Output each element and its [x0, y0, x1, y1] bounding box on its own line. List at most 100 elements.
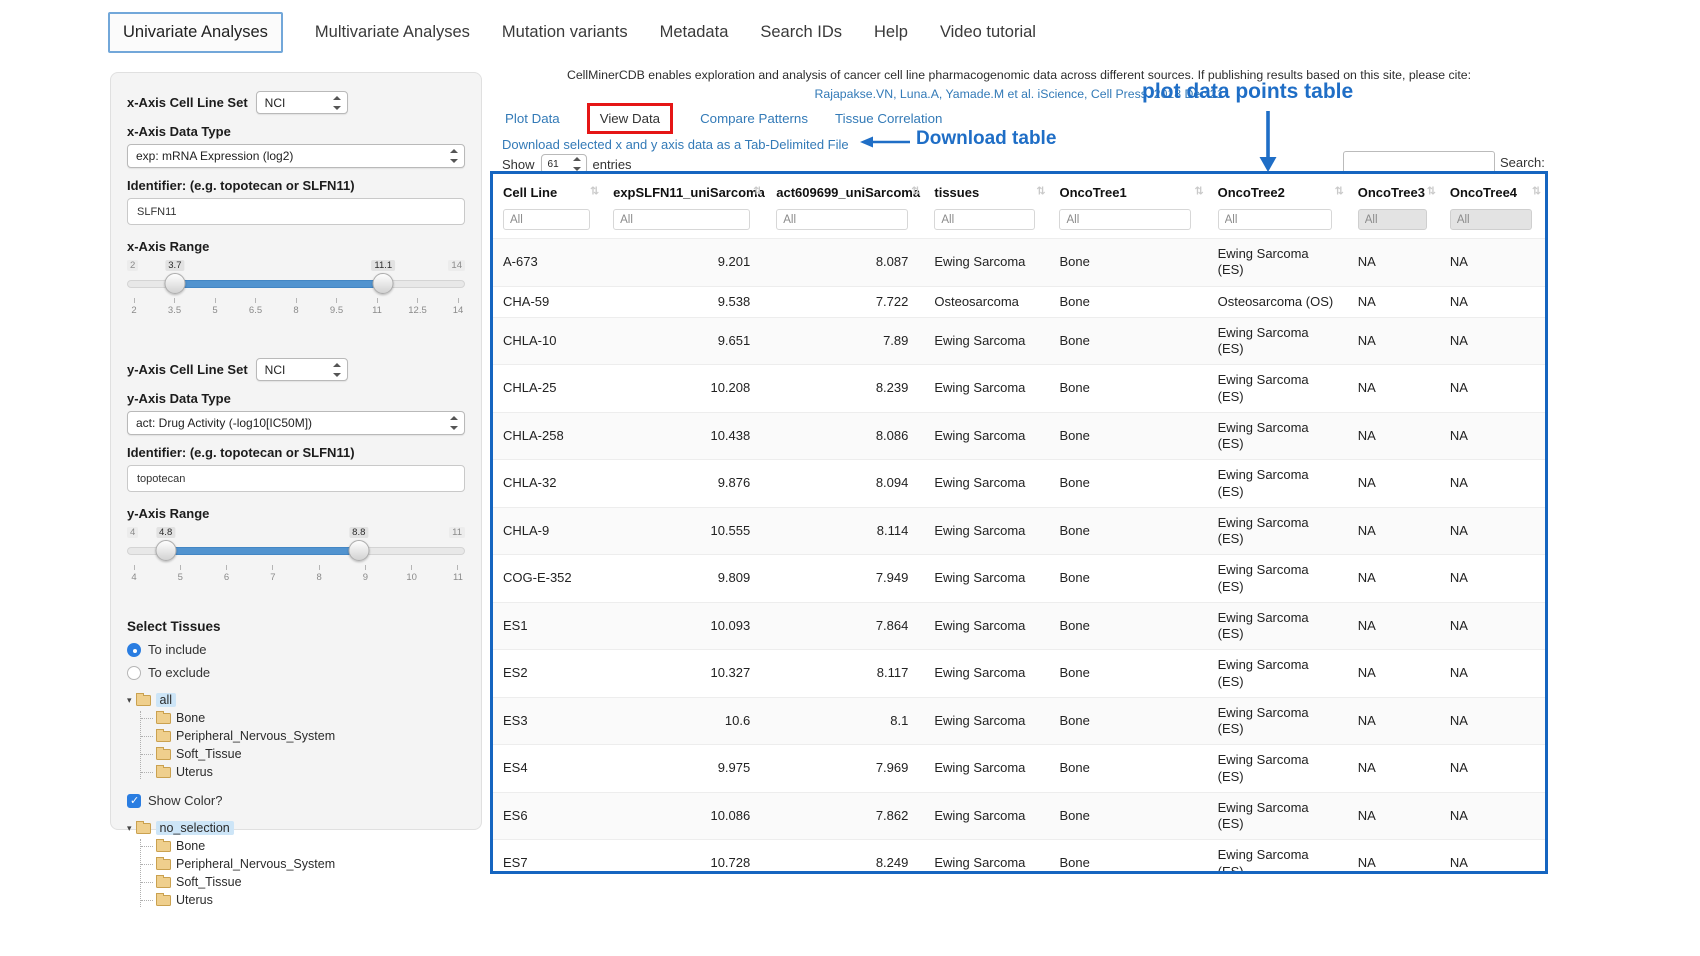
- show-color-checkbox[interactable]: Show Color?: [127, 793, 465, 808]
- table-row[interactable]: ES110.0937.864Ewing SarcomaBoneEwing Sar…: [493, 602, 1545, 650]
- filter-input-oncotree3[interactable]: [1358, 209, 1428, 230]
- subtab-tissue-correlation[interactable]: Tissue Correlation: [835, 111, 942, 126]
- download-link[interactable]: Download selected x and y axis data as a…: [502, 137, 849, 152]
- slider-grid: 23.556.589.51112.514: [127, 298, 465, 316]
- tree-node-all[interactable]: ▾ all: [127, 693, 465, 707]
- tree-node-label: Peripheral_Nervous_System: [176, 729, 335, 743]
- sort-icon[interactable]: ⇅: [1427, 185, 1436, 198]
- exclude-tissue-tree: ▾no_selection Bone Peripheral_Nervous_Syst…: [127, 821, 465, 907]
- x-cell-line-set-select[interactable]: NCI: [256, 91, 348, 114]
- slider-handle-to[interactable]: [348, 540, 369, 561]
- nav-tab-multivariate-analyses[interactable]: Multivariate Analyses: [315, 23, 470, 42]
- table-row[interactable]: ES310.68.1Ewing SarcomaBoneEwing Sarcoma…: [493, 697, 1545, 745]
- table-row[interactable]: CHLA-109.6517.89Ewing SarcomaBoneEwing S…: [493, 317, 1545, 365]
- y-data-type-select[interactable]: act: Drug Activity (-log10[IC50M]): [127, 411, 465, 435]
- x-data-type-label: x-Axis Data Type: [127, 124, 465, 139]
- filter-input-tissues[interactable]: [934, 209, 1035, 230]
- slider-handle-from[interactable]: [164, 273, 185, 294]
- filter-input-oncotree4[interactable]: [1450, 209, 1532, 230]
- folder-icon: [156, 731, 171, 742]
- subtab-plot-data[interactable]: Plot Data: [505, 111, 560, 126]
- filter-input-cell-line[interactable]: [503, 209, 590, 230]
- radio-to-exclude[interactable]: To exclude: [127, 665, 465, 680]
- table-row[interactable]: CHLA-2510.2088.239Ewing SarcomaBoneEwing…: [493, 365, 1545, 413]
- table-row[interactable]: ES710.7288.249Ewing SarcomaBoneEwing Sar…: [493, 840, 1545, 874]
- nav-tab-video-tutorial[interactable]: Video tutorial: [940, 23, 1036, 42]
- tree-node-peripheral-nervous-system[interactable]: Peripheral_Nervous_System: [141, 857, 465, 871]
- y-identifier-input[interactable]: [127, 465, 465, 492]
- column-header-oncotree4[interactable]: OncoTree4⇅: [1440, 174, 1545, 208]
- subtab-compare-patterns[interactable]: Compare Patterns: [700, 111, 808, 126]
- folder-icon: [136, 823, 151, 834]
- filter-input-oncotree1[interactable]: [1059, 209, 1191, 230]
- slider-handle-from[interactable]: [155, 540, 176, 561]
- tree-node-bone[interactable]: Bone: [141, 711, 465, 725]
- folder-icon: [156, 749, 171, 760]
- column-header-tissues[interactable]: tissues⇅: [924, 174, 1049, 208]
- tree-node-soft-tissue[interactable]: Soft_Tissue: [141, 875, 465, 889]
- sort-icon[interactable]: ⇅: [1036, 185, 1045, 198]
- tree-node-uterus[interactable]: Uterus: [141, 765, 465, 779]
- subtab-view-data[interactable]: View Data: [587, 103, 673, 134]
- table-row[interactable]: ES210.3278.117Ewing SarcomaBoneEwing Sar…: [493, 650, 1545, 698]
- sort-icon[interactable]: ⇅: [590, 185, 599, 198]
- show-label: Show: [502, 157, 535, 172]
- table-row[interactable]: CHA-599.5387.722OsteosarcomaBoneOsteosar…: [493, 286, 1545, 317]
- table-row[interactable]: ES49.9757.969Ewing SarcomaBoneEwing Sarc…: [493, 745, 1545, 793]
- search-label: Search:: [1500, 155, 1545, 170]
- tree-node-label: Bone: [176, 711, 205, 725]
- slider-handle-to[interactable]: [373, 273, 394, 294]
- column-header-oncotree2[interactable]: OncoTree2⇅: [1208, 174, 1348, 208]
- folder-icon: [156, 859, 171, 870]
- slider-selected-bar[interactable]: [175, 280, 383, 288]
- tree-node-soft-tissue[interactable]: Soft_Tissue: [141, 747, 465, 761]
- table-row[interactable]: CHLA-910.5558.114Ewing SarcomaBoneEwing …: [493, 507, 1545, 555]
- tree-node-no-selection[interactable]: ▾no_selection: [127, 821, 465, 835]
- annotation-table-callout: plot data points table: [1142, 80, 1353, 104]
- column-header-cell-line[interactable]: Cell Line⇅: [493, 174, 603, 208]
- table-row[interactable]: CHLA-329.8768.094Ewing SarcomaBoneEwing …: [493, 460, 1545, 508]
- filter-input-oncotree2[interactable]: [1218, 209, 1333, 230]
- x-data-type-select[interactable]: exp: mRNA Expression (log2): [127, 144, 465, 168]
- folder-icon: [156, 895, 171, 906]
- tree-node-uterus[interactable]: Uterus: [141, 893, 465, 907]
- column-header-oncotree1[interactable]: OncoTree1⇅: [1049, 174, 1207, 208]
- sort-icon[interactable]: ⇅: [1335, 185, 1344, 198]
- caret-down-icon[interactable]: ▾: [127, 695, 132, 706]
- tree-node-label: Soft_Tissue: [176, 875, 242, 889]
- tree-node-peripheral-nervous-system[interactable]: Peripheral_Nervous_System: [141, 729, 465, 743]
- tree-node-bone[interactable]: Bone: [141, 839, 465, 853]
- sort-icon[interactable]: ⇅: [1532, 185, 1541, 198]
- folder-icon: [136, 695, 151, 706]
- caret-down-icon[interactable]: ▾: [127, 823, 132, 834]
- nav-tab-metadata[interactable]: Metadata: [660, 23, 729, 42]
- x-identifier-input[interactable]: [127, 198, 465, 225]
- slider-from-label: 3.7: [165, 260, 184, 271]
- x-range-slider[interactable]: 2 14 3.7 11.1 23.556.589.51112.514: [127, 260, 465, 318]
- slider-to-label: 8.8: [349, 527, 368, 538]
- nav-tab-search-ids[interactable]: Search IDs: [760, 23, 842, 42]
- radio-to-include[interactable]: To include: [127, 642, 465, 657]
- show-color-label: Show Color?: [148, 793, 222, 808]
- sort-icon[interactable]: ⇅: [1194, 185, 1203, 198]
- y-cell-line-set-label: y-Axis Cell Line Set: [127, 362, 248, 377]
- column-header-expslfn11-unisarcoma[interactable]: expSLFN11_uniSarcoma⇅: [603, 174, 766, 208]
- column-header-oncotree3[interactable]: OncoTree3⇅: [1348, 174, 1440, 208]
- slider-selected-bar[interactable]: [166, 547, 359, 555]
- tree-node-label: all: [156, 693, 177, 707]
- y-cell-line-set-select[interactable]: NCI: [256, 358, 348, 381]
- sort-icon[interactable]: ⇅: [753, 185, 762, 198]
- filter-input-act609699-unisarcoma[interactable]: [776, 209, 908, 230]
- table-row[interactable]: CHLA-25810.4388.086Ewing SarcomaBoneEwin…: [493, 412, 1545, 460]
- table-row[interactable]: COG-E-3529.8097.949Ewing SarcomaBoneEwin…: [493, 555, 1545, 603]
- filter-input-expslfn11-unisarcoma[interactable]: [613, 209, 749, 230]
- table-row[interactable]: ES610.0867.862Ewing SarcomaBoneEwing Sar…: [493, 792, 1545, 840]
- nav-tab-mutation-variants[interactable]: Mutation variants: [502, 23, 628, 42]
- y-range-slider[interactable]: 4 11 4.8 8.8 4567891011: [127, 527, 465, 585]
- table-row[interactable]: A-6739.2018.087Ewing SarcomaBoneEwing Sa…: [493, 239, 1545, 287]
- column-header-act609699-unisarcoma[interactable]: act609699_uniSarcoma⇅: [766, 174, 924, 208]
- folder-icon: [156, 767, 171, 778]
- nav-tab-help[interactable]: Help: [874, 23, 908, 42]
- sort-icon[interactable]: ⇅: [911, 185, 920, 198]
- nav-tab-univariate-analyses[interactable]: Univariate Analyses: [108, 12, 283, 53]
